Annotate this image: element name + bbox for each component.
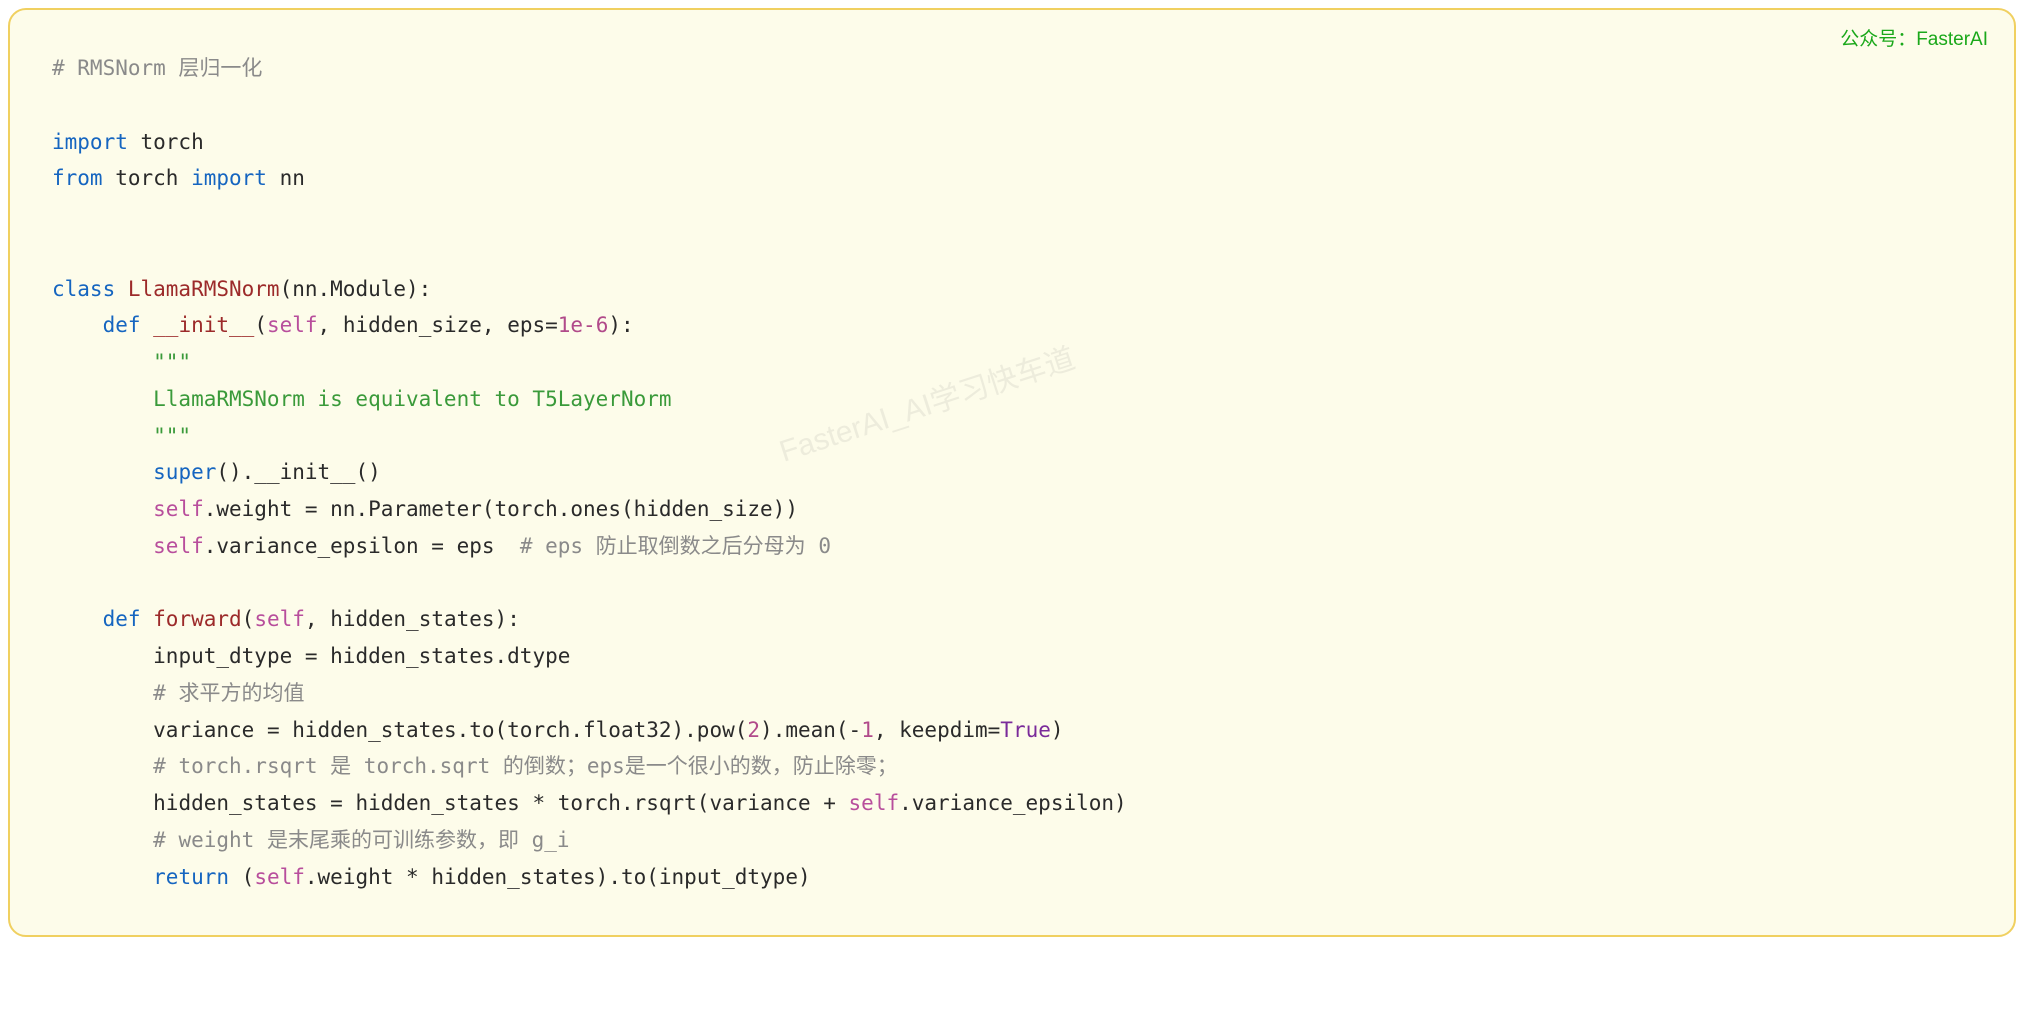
comment-eps: # eps 防止取倒数之后分母为 0	[520, 534, 831, 558]
num-two: 2	[747, 718, 760, 742]
assign-vareps: .variance_epsilon = eps	[204, 534, 520, 558]
line-input-dtype: input_dtype = hidden_states.dtype	[153, 644, 570, 668]
args: , hidden_states):	[305, 607, 520, 631]
attribution-label: 公众号：FasterAI	[1840, 24, 1988, 51]
code-card: 公众号：FasterAI FasterAI_AI学习快车道 # RMSNorm …	[8, 8, 2016, 937]
super-call: ().__init__()	[216, 460, 380, 484]
paren: (	[254, 313, 267, 337]
expr: .variance_epsilon)	[899, 791, 1127, 815]
bool-true: True	[1000, 718, 1051, 742]
def-init: __init__	[141, 313, 255, 337]
expr: (	[229, 865, 254, 889]
var-assign: variance = hidden_states.to(torch.float3…	[153, 718, 747, 742]
args: , hidden_size, eps=	[318, 313, 558, 337]
kw-def: def	[103, 313, 141, 337]
kw-super: super	[153, 460, 216, 484]
class-bases: (nn.Module):	[280, 277, 432, 301]
comment-rsqrt: # torch.rsqrt 是 torch.sqrt 的倒数；eps是一个很小的…	[153, 754, 898, 778]
call: ).mean(-	[760, 718, 861, 742]
kw-return: return	[153, 865, 229, 889]
comment-weight: # weight 是末尾乘的可训练参数，即 g_i	[153, 828, 569, 852]
num-eps: 1e-6	[558, 313, 609, 337]
comment-line: # RMSNorm 层归一化	[52, 56, 262, 80]
module-torch: torch	[103, 166, 192, 190]
kw-def: def	[103, 607, 141, 631]
docstring-body: LlamaRMSNorm is equivalent to T5LayerNor…	[52, 387, 672, 411]
kw-from: from	[52, 166, 103, 190]
kw-import: import	[52, 130, 128, 154]
self: self	[153, 497, 204, 521]
expr: hidden_states = hidden_states * torch.rs…	[153, 791, 848, 815]
expr: .weight * hidden_states).to(input_dtype)	[305, 865, 811, 889]
call: , keepdim=	[874, 718, 1000, 742]
self: self	[849, 791, 900, 815]
comment-mean: # 求平方的均值	[153, 681, 304, 705]
module-torch: torch	[128, 130, 204, 154]
docstring-open: """	[52, 350, 191, 374]
kw-import: import	[191, 166, 267, 190]
paren: (	[242, 607, 255, 631]
class-name: LlamaRMSNorm	[115, 277, 279, 301]
code-block: # RMSNorm 层归一化 import torch from torch i…	[52, 50, 1972, 895]
kw-class: class	[52, 277, 115, 301]
self: self	[254, 865, 305, 889]
arg-self: self	[267, 313, 318, 337]
paren-close: ):	[608, 313, 633, 337]
self: self	[153, 534, 204, 558]
paren-close: )	[1051, 718, 1064, 742]
assign-weight: .weight = nn.Parameter(torch.ones(hidden…	[204, 497, 798, 521]
arg-self: self	[254, 607, 305, 631]
docstring-close: """	[52, 424, 191, 448]
def-forward: forward	[141, 607, 242, 631]
num-one: 1	[861, 718, 874, 742]
module-nn: nn	[267, 166, 305, 190]
